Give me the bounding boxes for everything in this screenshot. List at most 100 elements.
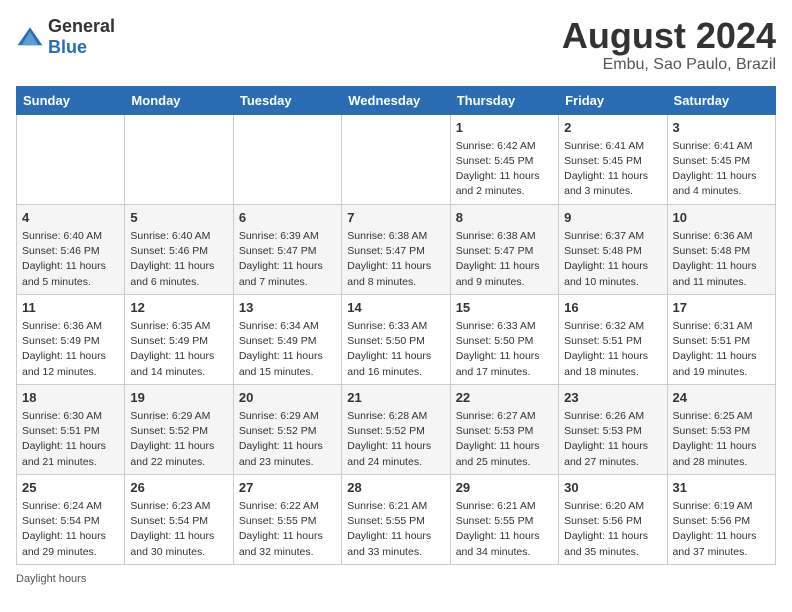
day-number: 10 bbox=[673, 209, 770, 227]
calendar-cell: 9 Sunrise: 6:37 AM Sunset: 5:48 PM Daylig… bbox=[559, 204, 667, 294]
col-header-tuesday: Tuesday bbox=[233, 86, 341, 114]
day-number: 20 bbox=[239, 389, 336, 407]
calendar-cell: 13 Sunrise: 6:34 AM Sunset: 5:49 PM Dayli… bbox=[233, 294, 341, 384]
calendar-cell bbox=[125, 114, 233, 204]
day-info: Sunrise: 6:41 AM Sunset: 5:45 PM Dayligh… bbox=[673, 139, 770, 200]
day-number: 8 bbox=[456, 209, 553, 227]
day-info: Sunrise: 6:31 AM Sunset: 5:51 PM Dayligh… bbox=[673, 319, 770, 380]
day-number: 25 bbox=[22, 479, 119, 497]
calendar-cell: 7 Sunrise: 6:38 AM Sunset: 5:47 PM Daylig… bbox=[342, 204, 450, 294]
day-info: Sunrise: 6:39 AM Sunset: 5:47 PM Dayligh… bbox=[239, 229, 336, 290]
calendar-cell: 12 Sunrise: 6:35 AM Sunset: 5:49 PM Dayli… bbox=[125, 294, 233, 384]
day-number: 19 bbox=[130, 389, 227, 407]
calendar-cell: 29Sunrise: 6:21 AM Sunset: 5:55 PM Dayli… bbox=[450, 474, 558, 564]
week-row-2: 4 Sunrise: 6:40 AM Sunset: 5:46 PM Daylig… bbox=[17, 204, 776, 294]
week-row-1: 1 Sunrise: 6:42 AM Sunset: 5:45 PM Daylig… bbox=[17, 114, 776, 204]
day-info: Sunrise: 6:20 AM Sunset: 5:56 PM Dayligh… bbox=[564, 499, 661, 560]
week-row-3: 11Sunrise: 6:36 AM Sunset: 5:49 PM Dayli… bbox=[17, 294, 776, 384]
calendar-cell: 17 Sunrise: 6:31 AM Sunset: 5:51 PM Dayli… bbox=[667, 294, 775, 384]
day-info: Sunrise: 6:32 AM Sunset: 5:51 PM Dayligh… bbox=[564, 319, 661, 380]
col-header-saturday: Saturday bbox=[667, 86, 775, 114]
page-header: General Blue August 2024 Embu, Sao Paulo… bbox=[16, 16, 776, 74]
logo-icon bbox=[16, 26, 44, 48]
calendar-cell: 8 Sunrise: 6:38 AM Sunset: 5:47 PM Daylig… bbox=[450, 204, 558, 294]
calendar-cell bbox=[342, 114, 450, 204]
page-subtitle: Embu, Sao Paulo, Brazil bbox=[562, 56, 776, 74]
day-info: Sunrise: 6:29 AM Sunset: 5:52 PM Dayligh… bbox=[239, 409, 336, 470]
col-header-thursday: Thursday bbox=[450, 86, 558, 114]
day-info: Sunrise: 6:40 AM Sunset: 5:46 PM Dayligh… bbox=[22, 229, 119, 290]
calendar-cell: 3 Sunrise: 6:41 AM Sunset: 5:45 PM Daylig… bbox=[667, 114, 775, 204]
day-number: 13 bbox=[239, 299, 336, 317]
calendar-cell: 16Sunrise: 6:32 AM Sunset: 5:51 PM Dayli… bbox=[559, 294, 667, 384]
day-number: 12 bbox=[130, 299, 227, 317]
day-number: 18 bbox=[22, 389, 119, 407]
day-info: Sunrise: 6:34 AM Sunset: 5:49 PM Dayligh… bbox=[239, 319, 336, 380]
calendar-cell: 14 Sunrise: 6:33 AM Sunset: 5:50 PM Dayli… bbox=[342, 294, 450, 384]
logo: General Blue bbox=[16, 16, 115, 58]
footer-note: Daylight hours bbox=[16, 573, 776, 585]
calendar-cell: 25 Sunrise: 6:24 AM Sunset: 5:54 PM Dayli… bbox=[17, 474, 125, 564]
calendar-cell: 1 Sunrise: 6:42 AM Sunset: 5:45 PM Daylig… bbox=[450, 114, 558, 204]
calendar-cell bbox=[233, 114, 341, 204]
logo-general: General bbox=[48, 16, 115, 36]
day-info: Sunrise: 6:38 AM Sunset: 5:47 PM Dayligh… bbox=[456, 229, 553, 290]
day-number: 21 bbox=[347, 389, 444, 407]
week-row-4: 18Sunrise: 6:30 AM Sunset: 5:51 PM Dayli… bbox=[17, 384, 776, 474]
day-info: Sunrise: 6:36 AM Sunset: 5:48 PM Dayligh… bbox=[673, 229, 770, 290]
day-info: Sunrise: 6:21 AM Sunset: 5:55 PM Dayligh… bbox=[347, 499, 444, 560]
day-number: 30 bbox=[564, 479, 661, 497]
calendar-cell: 11Sunrise: 6:36 AM Sunset: 5:49 PM Dayli… bbox=[17, 294, 125, 384]
day-number: 9 bbox=[564, 209, 661, 227]
day-info: Sunrise: 6:27 AM Sunset: 5:53 PM Dayligh… bbox=[456, 409, 553, 470]
calendar-cell: 30 Sunrise: 6:20 AM Sunset: 5:56 PM Dayli… bbox=[559, 474, 667, 564]
logo-text: General Blue bbox=[48, 16, 115, 58]
calendar-cell: 22 Sunrise: 6:27 AM Sunset: 5:53 PM Dayli… bbox=[450, 384, 558, 474]
logo-blue: Blue bbox=[48, 37, 87, 57]
page-title: August 2024 bbox=[562, 16, 776, 56]
day-info: Sunrise: 6:28 AM Sunset: 5:52 PM Dayligh… bbox=[347, 409, 444, 470]
day-info: Sunrise: 6:19 AM Sunset: 5:56 PM Dayligh… bbox=[673, 499, 770, 560]
day-number: 28 bbox=[347, 479, 444, 497]
day-info: Sunrise: 6:24 AM Sunset: 5:54 PM Dayligh… bbox=[22, 499, 119, 560]
calendar-cell: 24 Sunrise: 6:25 AM Sunset: 5:53 PM Dayli… bbox=[667, 384, 775, 474]
calendar-cell: 18Sunrise: 6:30 AM Sunset: 5:51 PM Dayli… bbox=[17, 384, 125, 474]
day-number: 1 bbox=[456, 119, 553, 137]
calendar-cell: 5 Sunrise: 6:40 AM Sunset: 5:46 PM Daylig… bbox=[125, 204, 233, 294]
calendar-cell bbox=[17, 114, 125, 204]
calendar-cell: 2Sunrise: 6:41 AM Sunset: 5:45 PM Daylig… bbox=[559, 114, 667, 204]
week-row-5: 25 Sunrise: 6:24 AM Sunset: 5:54 PM Dayli… bbox=[17, 474, 776, 564]
day-info: Sunrise: 6:38 AM Sunset: 5:47 PM Dayligh… bbox=[347, 229, 444, 290]
calendar-cell: 20 Sunrise: 6:29 AM Sunset: 5:52 PM Dayli… bbox=[233, 384, 341, 474]
day-number: 17 bbox=[673, 299, 770, 317]
day-info: Sunrise: 6:37 AM Sunset: 5:48 PM Dayligh… bbox=[564, 229, 661, 290]
col-header-sunday: Sunday bbox=[17, 86, 125, 114]
calendar-cell: 31Sunrise: 6:19 AM Sunset: 5:56 PM Dayli… bbox=[667, 474, 775, 564]
day-number: 5 bbox=[130, 209, 227, 227]
day-number: 24 bbox=[673, 389, 770, 407]
day-info: Sunrise: 6:25 AM Sunset: 5:53 PM Dayligh… bbox=[673, 409, 770, 470]
day-number: 7 bbox=[347, 209, 444, 227]
day-number: 14 bbox=[347, 299, 444, 317]
day-number: 2 bbox=[564, 119, 661, 137]
day-info: Sunrise: 6:33 AM Sunset: 5:50 PM Dayligh… bbox=[347, 319, 444, 380]
day-number: 11 bbox=[22, 299, 119, 317]
calendar-cell: 6Sunrise: 6:39 AM Sunset: 5:47 PM Daylig… bbox=[233, 204, 341, 294]
day-info: Sunrise: 6:35 AM Sunset: 5:49 PM Dayligh… bbox=[130, 319, 227, 380]
calendar-cell: 10 Sunrise: 6:36 AM Sunset: 5:48 PM Dayli… bbox=[667, 204, 775, 294]
calendar-cell: 27Sunrise: 6:22 AM Sunset: 5:55 PM Dayli… bbox=[233, 474, 341, 564]
calendar-cell: 15Sunrise: 6:33 AM Sunset: 5:50 PM Dayli… bbox=[450, 294, 558, 384]
day-number: 22 bbox=[456, 389, 553, 407]
calendar-cell: 21 Sunrise: 6:28 AM Sunset: 5:52 PM Dayli… bbox=[342, 384, 450, 474]
day-info: Sunrise: 6:23 AM Sunset: 5:54 PM Dayligh… bbox=[130, 499, 227, 560]
day-info: Sunrise: 6:21 AM Sunset: 5:55 PM Dayligh… bbox=[456, 499, 553, 560]
col-header-monday: Monday bbox=[125, 86, 233, 114]
day-info: Sunrise: 6:42 AM Sunset: 5:45 PM Dayligh… bbox=[456, 139, 553, 200]
calendar-table: SundayMondayTuesdayWednesdayThursdayFrid… bbox=[16, 86, 776, 565]
col-header-friday: Friday bbox=[559, 86, 667, 114]
day-number: 4 bbox=[22, 209, 119, 227]
day-info: Sunrise: 6:40 AM Sunset: 5:46 PM Dayligh… bbox=[130, 229, 227, 290]
day-number: 15 bbox=[456, 299, 553, 317]
day-number: 27 bbox=[239, 479, 336, 497]
day-number: 3 bbox=[673, 119, 770, 137]
